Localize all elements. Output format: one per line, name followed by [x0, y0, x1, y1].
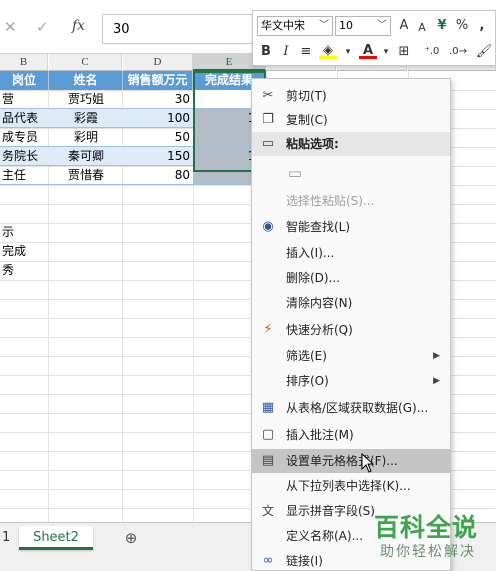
add-sheet-icon[interactable]: ⊕	[120, 526, 142, 550]
menu-item-cut[interactable]: ✂ 剪切(T)	[252, 84, 450, 108]
table-cell[interactable]: 贾巧姐	[49, 90, 123, 109]
currency-icon[interactable]: ¥	[433, 16, 451, 36]
smart-lookup-icon: ◉	[262, 219, 274, 234]
watermark-subtitle: 助你轻松解决	[380, 544, 476, 560]
sheet-tab-partial[interactable]: 1	[0, 526, 18, 550]
table-cell[interactable]: 80	[123, 166, 193, 185]
submenu-arrow-icon: ▶	[433, 376, 440, 386]
font-size-dropdown[interactable]: 10 ﹀	[335, 16, 391, 36]
menu-item-insert-comment[interactable]: ▢ 插入批注(M)	[252, 423, 450, 447]
submenu-arrow-icon: ▶	[433, 351, 440, 361]
menu-item-get-data-from-table[interactable]: ▦ 从表格/区域获取数据(G)...	[252, 396, 450, 420]
table-cell[interactable]: 30	[123, 90, 193, 109]
comma-style-icon[interactable]: ,	[473, 16, 491, 36]
table-header-cell[interactable]: 销售额万元	[123, 71, 193, 90]
font-name-dropdown[interactable]: 华文中宋 ﹀	[257, 16, 333, 36]
decrease-decimal-icon[interactable]: .0→	[449, 42, 467, 62]
mini-toolbar: 华文中宋 ﹀ 10 ﹀ A A ¥ % , B I ≡ ◈ ▾ A ▾ ⊞ ⁺.…	[252, 10, 496, 66]
phonetic-icon: 文	[261, 504, 274, 518]
table-cell[interactable]: 彩霞	[49, 109, 123, 128]
insert-function-icon[interactable]: fx	[72, 18, 85, 34]
table-cell[interactable]: 贾惜春	[49, 166, 123, 185]
menu-item-paste-special[interactable]: 选择性粘贴(S)...	[252, 189, 450, 213]
table-cell[interactable]: 主任	[0, 166, 49, 185]
table-header-cell[interactable]: 姓名	[49, 71, 123, 90]
enter-icon[interactable]: ✓	[36, 18, 49, 36]
menu-item-pick-from-dropdown[interactable]: 从下拉列表中选择(K)...	[252, 474, 450, 498]
font-color-icon[interactable]: A	[359, 42, 377, 59]
context-menu: ✂ 剪切(T) ❐ 复制(C) ▭ 粘贴选项: ▭ 选择性粘贴(S)... ◉ …	[251, 78, 451, 571]
scissors-icon: ✂	[262, 88, 274, 103]
column-header-b[interactable]: B	[0, 54, 48, 71]
menu-item-insert[interactable]: 插入(I)...	[252, 241, 450, 265]
copy-icon: ❐	[262, 112, 274, 127]
grow-font-icon[interactable]: A	[395, 16, 413, 36]
menu-section-paste-options: ▭ 粘贴选项:	[252, 132, 450, 156]
table-cell[interactable]: 品代表	[0, 109, 49, 128]
menu-item-smart-lookup[interactable]: ◉ 智能查找(L)	[252, 215, 450, 239]
column-header-c[interactable]: C	[49, 54, 122, 71]
chevron-down-icon[interactable]: ▾	[377, 42, 395, 62]
table-cell[interactable]: 彩明	[49, 128, 123, 147]
menu-item-copy[interactable]: ❐ 复制(C)	[252, 108, 450, 132]
percent-icon[interactable]: %	[453, 16, 471, 36]
table-cell[interactable]: 成专员	[0, 128, 49, 147]
note-cell[interactable]: 完成	[0, 242, 49, 261]
align-center-icon[interactable]: ≡	[297, 42, 315, 62]
menu-item-paste[interactable]: ▭	[252, 159, 450, 187]
paste-clipboard-icon: ▭	[287, 164, 303, 182]
link-icon: ∞	[262, 553, 274, 568]
table-cell[interactable]: 50	[123, 128, 193, 147]
chevron-down-icon[interactable]: ▾	[339, 42, 357, 62]
italic-icon[interactable]: I	[277, 42, 295, 62]
font-name-value: 华文中宋	[261, 19, 305, 32]
note-cell[interactable]: 秀	[0, 261, 49, 280]
bold-icon[interactable]: B	[257, 42, 275, 62]
menu-item-clear-contents[interactable]: 清除内容(N)	[252, 291, 450, 315]
format-painter-icon[interactable]: 🖌	[475, 42, 493, 62]
menu-item-filter[interactable]: 筛选(E) ▶	[252, 344, 450, 368]
format-cells-icon: ▤	[261, 453, 275, 468]
menu-item-quick-analysis[interactable]: ⚡ 快速分析(Q)	[252, 318, 450, 342]
chevron-down-icon: ﹀	[319, 20, 329, 31]
shrink-font-icon[interactable]: A	[413, 18, 431, 38]
borders-icon[interactable]: ⊞	[395, 42, 413, 62]
note-cell[interactable]: 示	[0, 223, 49, 242]
menu-item-sort[interactable]: 排序(O) ▶	[252, 369, 450, 393]
cancel-icon[interactable]: ✕	[4, 18, 17, 36]
quick-analysis-icon: ⚡	[263, 322, 273, 337]
table-cell[interactable]: 秦可卿	[49, 147, 123, 166]
table-header-cell[interactable]: 岗位	[0, 71, 49, 90]
table-cell[interactable]: 务院长	[0, 147, 49, 166]
table-cell[interactable]: 100	[123, 109, 193, 128]
increase-decimal-icon[interactable]: ⁺.0	[423, 42, 441, 62]
sheet-tab-active[interactable]: Sheet2	[19, 526, 93, 550]
watermark-title: 百科全说	[374, 513, 479, 542]
table-cell[interactable]: 150	[123, 147, 193, 166]
chevron-down-icon: ﹀	[377, 20, 387, 31]
paste-icon: ▭	[261, 136, 275, 151]
column-header-d[interactable]: D	[123, 54, 193, 71]
comment-icon: ▢	[261, 427, 275, 442]
fill-color-icon[interactable]: ◈	[319, 42, 337, 59]
menu-item-format-cells[interactable]: ▤ 设置单元格格式(F)...	[252, 449, 450, 473]
font-size-value: 10	[339, 19, 353, 32]
table-cell[interactable]: 营	[0, 90, 49, 109]
menu-item-delete[interactable]: 删除(D)...	[252, 266, 450, 290]
mouse-cursor-icon	[361, 453, 375, 473]
table-icon: ▦	[261, 400, 275, 415]
